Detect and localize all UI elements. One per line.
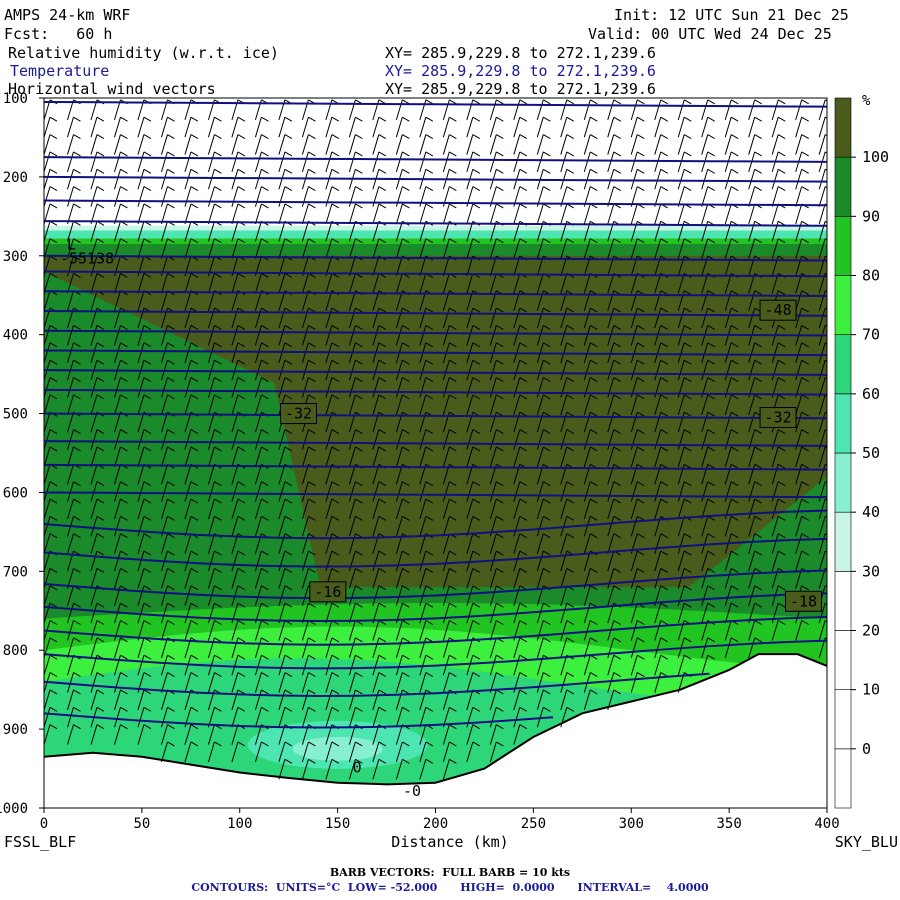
colorbar-tick-label: 40 [862,503,880,521]
low-value-label: -55138 [60,250,114,268]
colorbar-tick-label: 0 [862,740,871,758]
rh-band-30-40 [44,225,827,231]
x-axis-title: Distance (km) [391,833,508,851]
end-station-label: SKY_BLU [835,833,898,851]
colorbar-tick-label: 60 [862,385,880,403]
colorbar-tick-label: 20 [862,622,880,640]
y-tick-label: 300 [3,249,28,265]
y-tick-label: 400 [3,328,28,344]
contour-label-minus16: -16 [314,583,341,601]
colorbar-band [834,748,852,809]
colorbar-tick-label: 90 [862,207,880,225]
rh-shading [44,98,827,808]
colorbar-band [834,334,852,395]
contour-label-minus18: -18 [790,592,817,610]
contour-label-zero: 0 [353,759,362,777]
rh-band-50-60 [44,230,827,239]
colorbar-tick-label: 100 [862,148,889,166]
colorbar-band [834,630,852,690]
contour-label-minus32-right: -32 [765,409,792,427]
colorbar-band [834,97,852,158]
cross-section-chart: L-55138-48-32 -32-16-180-0100200300400500… [0,91,898,851]
colorbar-band [834,511,852,572]
x-tick-label: 50 [133,816,150,832]
x-tick-label: 350 [716,816,741,832]
x-tick-label: 400 [814,816,839,832]
y-tick-label: 100 [3,91,28,107]
colorbar-band [834,689,852,750]
colorbar-band [834,452,852,513]
y-tick-label: 700 [3,564,28,580]
colorbar-tick-label: 50 [862,444,880,462]
colorbar-tick-label: 10 [862,681,880,699]
y-tick-label: 900 [3,722,28,738]
x-tick-label: 150 [325,816,350,832]
colorbar-tick-label: 30 [862,562,880,580]
x-tick-label: 100 [227,816,252,832]
y-tick-label: 1000 [0,801,28,817]
colorbar-band [834,156,852,217]
colorbar-tick-label: 70 [862,326,880,344]
start-station-label: FSSL_BLF [4,833,76,851]
x-tick-label: 250 [521,816,546,832]
contour-label-minus48: -48 [765,301,792,319]
x-tick-label: 300 [619,816,644,832]
contour-legend: CONTOURS: UNITS=°C LOW= -52.000 HIGH= 0.… [191,881,709,894]
barb-legend: BARB VECTORS: FULL BARB = 10 kts [329,866,571,879]
colorbar-band [834,275,852,335]
contour-label-zero-low: -0 [403,782,421,800]
colorbar-tick-label: 80 [862,267,880,285]
colorbar-band [834,216,852,276]
colorbar-unit-label: % [862,93,871,109]
y-tick-label: 200 [3,170,28,186]
x-tick-label: 0 [40,816,48,832]
colorbar-band [834,571,852,631]
contour-label-minus32-left: -32 [285,405,312,423]
y-tick-label: 800 [3,643,28,659]
x-tick-label: 200 [423,816,448,832]
colorbar-band [834,393,852,454]
y-tick-label: 500 [3,407,28,423]
y-tick-label: 600 [3,485,28,501]
